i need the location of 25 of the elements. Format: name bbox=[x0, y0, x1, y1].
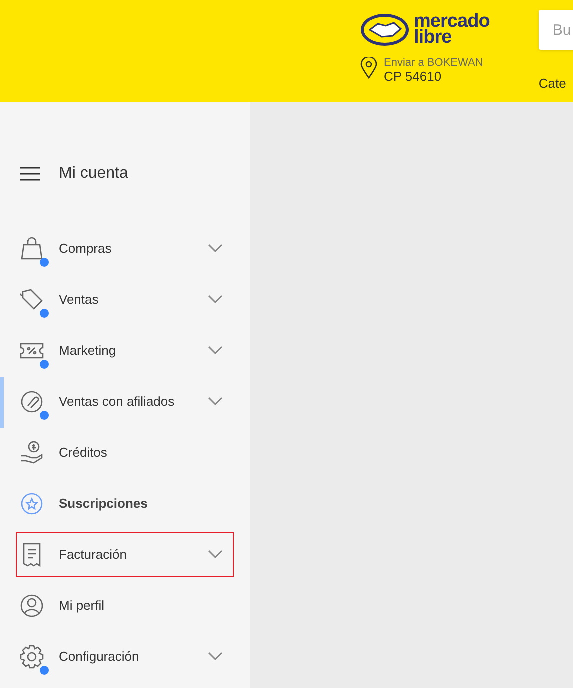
sidebar-item[interactable]: Marketing bbox=[16, 328, 234, 373]
nav-link[interactable]: Cate bbox=[538, 74, 573, 94]
logo-text: mercado bbox=[414, 14, 490, 30]
sidebar-item[interactable]: Configuración bbox=[16, 634, 234, 679]
sidebar-title: Mi cuenta bbox=[59, 164, 128, 184]
postal-code[interactable]: CP 54610 bbox=[384, 70, 484, 83]
menu-icon[interactable] bbox=[20, 167, 40, 181]
location-pin-icon bbox=[360, 57, 378, 79]
sidebar-item[interactable]: Ventas con afiliados bbox=[16, 379, 234, 424]
sidebar-item[interactable]: Compras bbox=[16, 226, 234, 271]
sidebar-item[interactable]: Créditos bbox=[16, 430, 234, 475]
money-hand-icon bbox=[20, 440, 44, 464]
site-logo[interactable]: mercado libre bbox=[360, 12, 490, 48]
search-field[interactable]: Bu bbox=[538, 10, 573, 50]
bag-icon bbox=[20, 236, 44, 260]
sidebar-item[interactable]: Ventas bbox=[16, 277, 234, 322]
gear-icon bbox=[20, 644, 44, 668]
logo-text: libre bbox=[414, 30, 452, 46]
sidebar-item[interactable]: Facturación bbox=[16, 532, 234, 577]
tag-icon bbox=[20, 288, 44, 312]
sidebar-item[interactable]: Mi perfil bbox=[16, 583, 234, 628]
user-icon bbox=[20, 594, 44, 618]
sidebar-item[interactable]: Suscripciones bbox=[16, 481, 234, 526]
shipping-label[interactable]: Enviar a BOKEWAN bbox=[384, 57, 484, 70]
paperclip-icon bbox=[20, 390, 44, 414]
